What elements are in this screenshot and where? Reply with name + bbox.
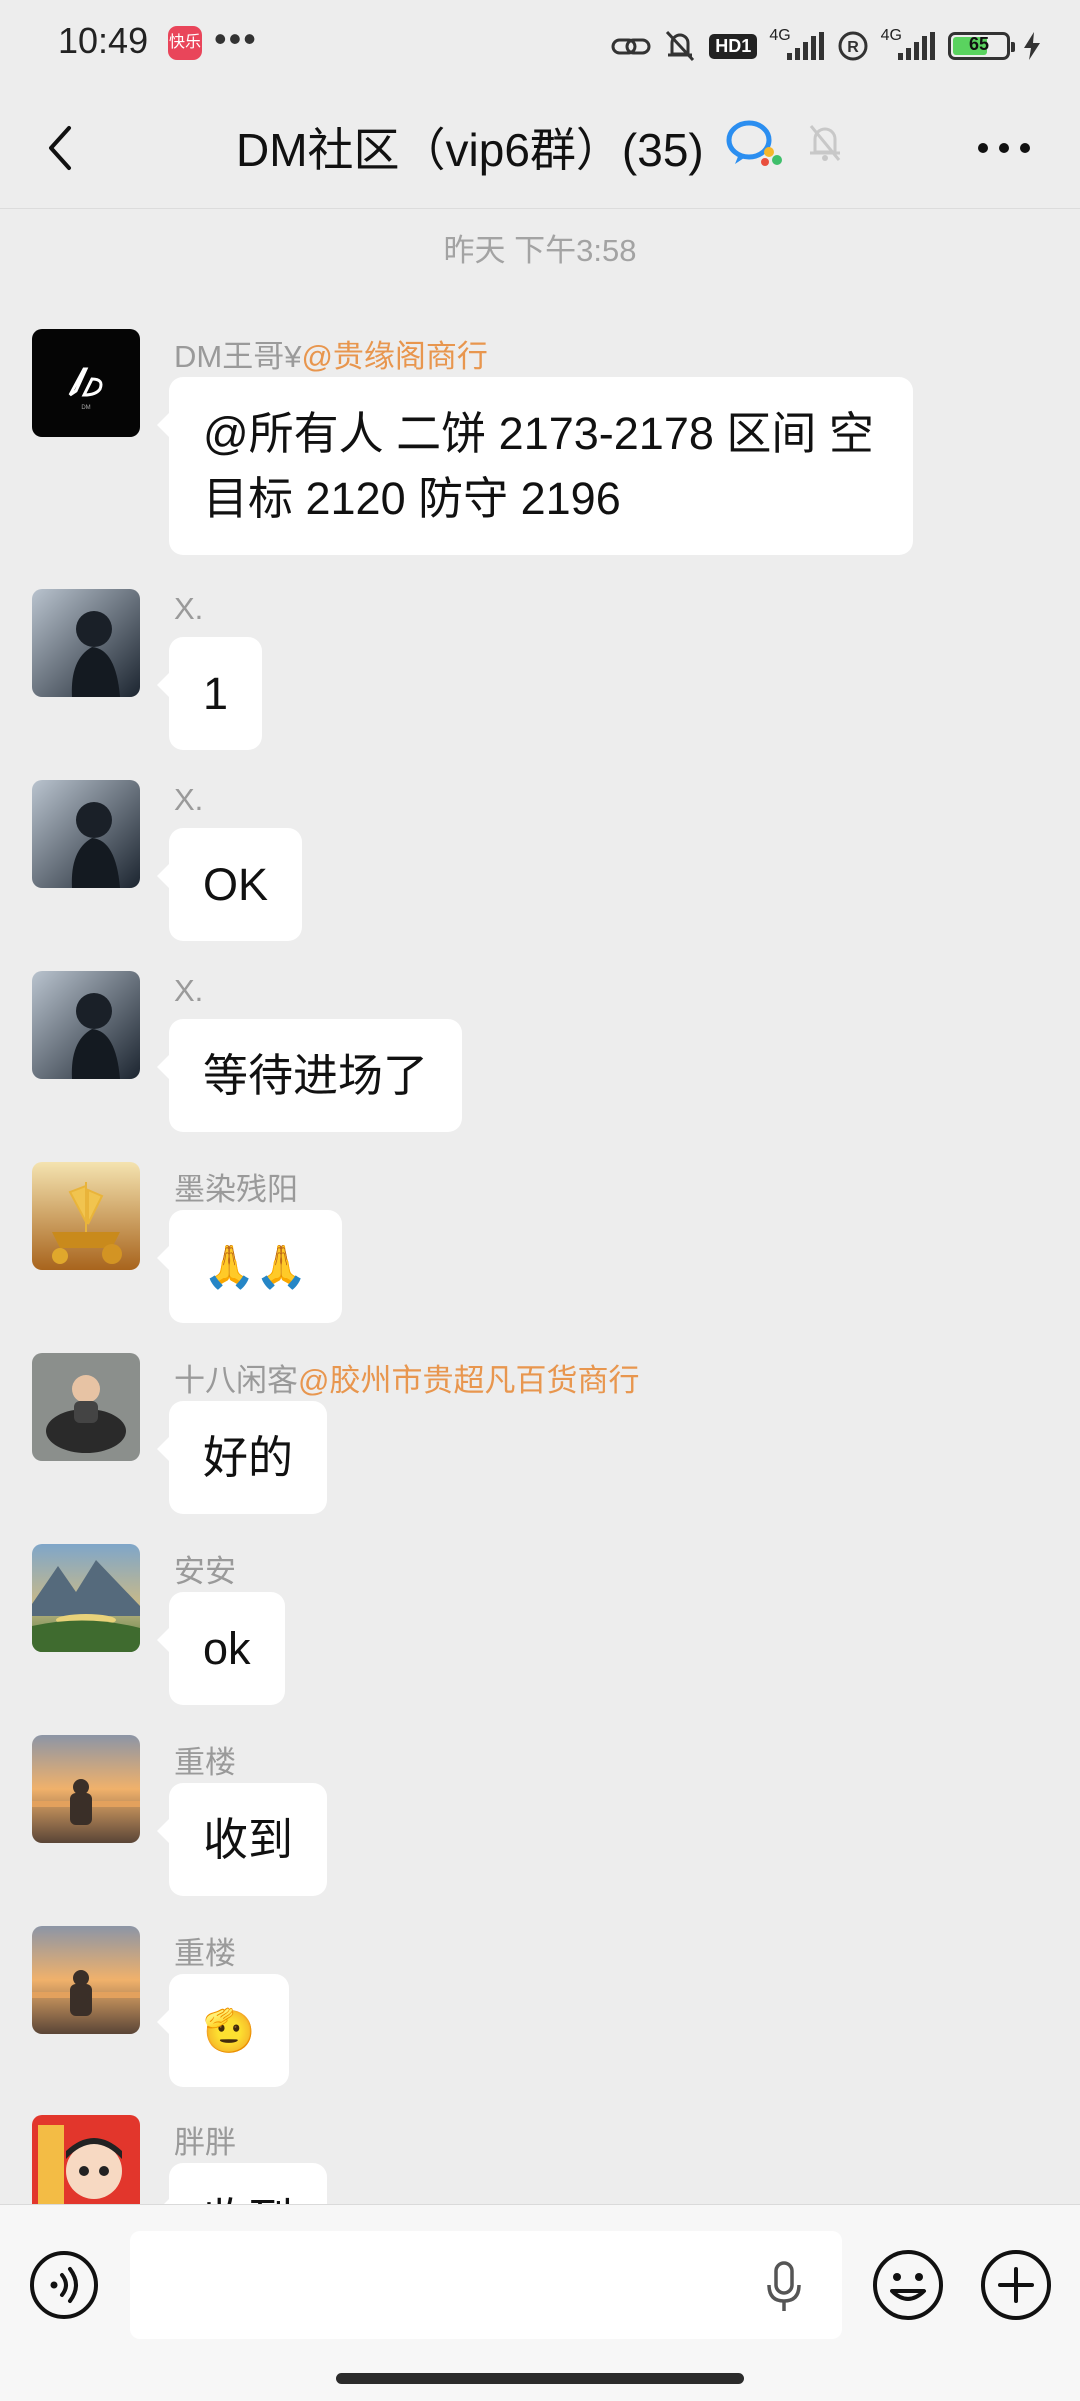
status-bar: 10:49 快乐 ••• HD1 4G R 4G 65: [0, 0, 1080, 90]
more-notifications-indicator: •••: [214, 18, 258, 59]
signal-label: 4G: [769, 27, 791, 44]
message-bubble[interactable]: 1: [156, 637, 263, 750]
bell-off-icon: [805, 120, 845, 169]
charging-icon: [1022, 31, 1042, 61]
svg-text:R: R: [847, 39, 859, 56]
signal-icon: 4G: [881, 27, 936, 61]
sender-name: 胖胖: [174, 2125, 236, 2160]
signal-icon: 4G: [769, 27, 824, 61]
message-bubble[interactable]: 好的: [156, 1401, 328, 1514]
sender-mention: @胶州市贵超凡百货商行: [298, 1363, 640, 1398]
message-bubble[interactable]: 收到: [156, 1783, 328, 1896]
status-time: 10:49: [58, 20, 149, 61]
sender-name: 安安: [174, 1554, 236, 1589]
message-list[interactable]: 昨天 下午3:58 DM DM王哥¥@贵缘阁商行 @所有人 二饼 2173-21…: [0, 209, 1080, 2204]
message-bubble[interactable]: 等待进场了: [156, 1019, 463, 1132]
hd-icon: HD1: [709, 33, 758, 59]
input-bar: [0, 2204, 1080, 2401]
message-bubble[interactable]: 🙏🙏: [157, 1210, 342, 1323]
wecom-icon[interactable]: [725, 116, 785, 177]
message-input[interactable]: [130, 2231, 842, 2339]
sender-name: 墨染残阳: [174, 1172, 298, 1207]
avatar[interactable]: [32, 971, 140, 1079]
home-indicator[interactable]: [336, 2373, 744, 2384]
sender-mention: @贵缘阁商行: [301, 339, 488, 374]
avatar[interactable]: [32, 2115, 140, 2204]
sender-name: X.: [174, 782, 204, 817]
message-timestamp: 昨天 下午3:58: [443, 233, 637, 268]
avatar[interactable]: DM: [32, 329, 140, 437]
avatar[interactable]: [32, 1926, 140, 2034]
avatar[interactable]: [32, 1544, 140, 1652]
more-dots-icon[interactable]: [972, 116, 1036, 180]
message-bubble[interactable]: 🫡: [156, 1974, 290, 2087]
mute-icon: [663, 28, 697, 64]
chat-header: DM社区（vip6群）(35): [0, 90, 1080, 209]
status-icons: HD1 4G R 4G 65: [611, 24, 1042, 68]
avatar[interactable]: [32, 1353, 140, 1461]
avatar[interactable]: [32, 589, 140, 697]
sender-name: X.: [174, 973, 204, 1008]
avatar[interactable]: [32, 1162, 140, 1270]
app-notification-icon: 快乐: [168, 26, 202, 60]
avatar[interactable]: [32, 1735, 140, 1843]
chevron-left-icon: [49, 126, 71, 170]
emoji-icon[interactable]: [870, 2247, 946, 2323]
sender-name: 重楼: [174, 1745, 236, 1780]
link-icon: [611, 31, 651, 61]
back-button[interactable]: [30, 116, 90, 180]
voice-icon[interactable]: [28, 2249, 100, 2321]
sender-name: DM王哥¥@贵缘阁商行: [174, 339, 488, 374]
avatar[interactable]: [32, 780, 140, 888]
message-bubble[interactable]: 收到: [156, 2163, 328, 2204]
battery-percent: 65: [968, 34, 990, 54]
sender-name: X.: [174, 591, 204, 626]
signal-label: 4G: [880, 27, 902, 44]
sender-name: 重楼: [174, 1936, 236, 1971]
mic-icon[interactable]: [766, 2261, 802, 2318]
plus-icon[interactable]: [978, 2247, 1054, 2323]
message-bubble[interactable]: @所有人 二饼 2173-2178 区间 空 目标 2120 防守 2196: [157, 377, 913, 555]
battery-icon: 65: [948, 32, 1015, 60]
svg-text:DM: DM: [81, 405, 90, 411]
chat-title: DM社区（vip6群）(35): [236, 124, 704, 176]
sender-name: 十八闲客@胶州市贵超凡百货商行: [174, 1363, 640, 1398]
message-bubble[interactable]: OK: [156, 828, 303, 941]
roaming-icon: R: [837, 30, 869, 62]
message-bubble[interactable]: ok: [157, 1592, 285, 1705]
